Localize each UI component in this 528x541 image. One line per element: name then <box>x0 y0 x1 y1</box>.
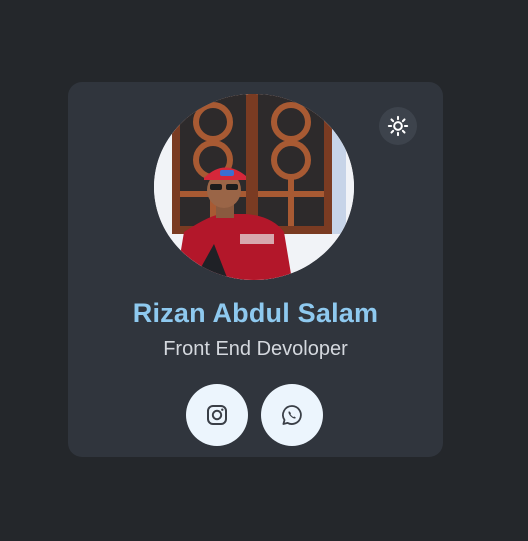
whatsapp-button[interactable] <box>261 384 323 446</box>
profile-name: Rizan Abdul Salam <box>132 298 379 328</box>
avatar <box>154 94 354 280</box>
profile-card: Rizan Abdul Salam Front End Devoloper <box>68 82 443 457</box>
gear-icon <box>387 115 409 137</box>
profile-role: Front End Devoloper <box>163 338 348 360</box>
theme-toggle-button[interactable] <box>379 107 417 145</box>
whatsapp-icon <box>282 405 302 425</box>
avatar-photo <box>154 94 354 280</box>
instagram-icon <box>207 405 227 425</box>
instagram-button[interactable] <box>186 384 248 446</box>
